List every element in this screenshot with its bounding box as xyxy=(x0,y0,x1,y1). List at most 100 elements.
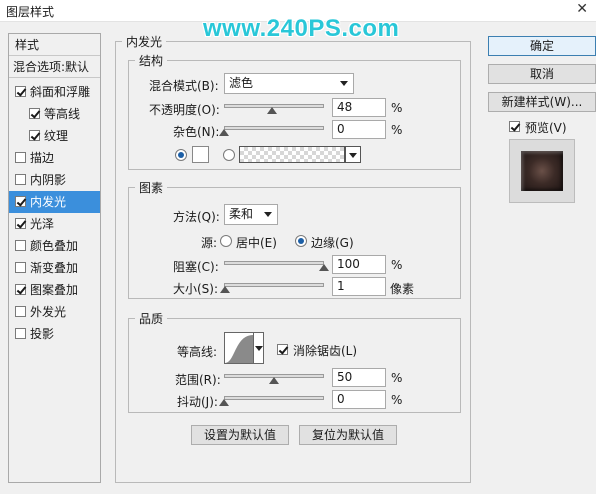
elements-title: 图素 xyxy=(135,179,168,196)
sidebar-item-checkbox[interactable] xyxy=(15,306,26,317)
sidebar-item-checkbox[interactable] xyxy=(15,218,26,229)
panel-title: 内发光 xyxy=(122,33,167,50)
sidebar-item-label: 颜色叠加 xyxy=(30,239,79,253)
sidebar-item-label: 投影 xyxy=(30,327,55,341)
solid-color-radio[interactable] xyxy=(175,149,187,161)
sidebar-item[interactable]: 渐变叠加 xyxy=(9,257,100,279)
jitter-slider-thumb[interactable] xyxy=(219,399,229,406)
opacity-input[interactable]: 48 xyxy=(332,98,386,117)
styles-header[interactable]: 样式 xyxy=(9,34,100,56)
source-edge-label: 边缘(G) xyxy=(311,236,354,250)
opacity-percent: % xyxy=(391,101,403,115)
chevron-down-icon xyxy=(349,153,357,158)
choke-input[interactable]: 100 xyxy=(332,255,386,274)
opacity-slider-thumb[interactable] xyxy=(267,107,277,114)
blend-options-item[interactable]: 混合选项:默认 xyxy=(9,56,100,78)
choke-slider[interactable] xyxy=(224,261,324,265)
sidebar-item[interactable]: 颜色叠加 xyxy=(9,235,100,257)
preview-label: 预览(V) xyxy=(525,121,567,135)
sidebar-item[interactable]: 纹理 xyxy=(9,125,100,147)
sidebar-item-label: 光泽 xyxy=(30,217,55,231)
sidebar-item-checkbox[interactable] xyxy=(29,108,40,119)
ok-button[interactable]: 确定 xyxy=(488,36,596,56)
sidebar-item-checkbox[interactable] xyxy=(15,328,26,339)
chevron-down-icon xyxy=(255,346,263,351)
range-slider-thumb[interactable] xyxy=(269,377,279,384)
sidebar-item[interactable]: 斜面和浮雕 xyxy=(9,81,100,103)
choke-slider-thumb[interactable] xyxy=(319,264,329,271)
noise-percent: % xyxy=(391,123,403,137)
chevron-down-icon xyxy=(340,81,348,86)
sidebar-item-checkbox[interactable] xyxy=(15,262,26,273)
method-value: 柔和 xyxy=(229,207,254,221)
source-center-radio[interactable] xyxy=(220,235,232,247)
sidebar-item[interactable]: 投影 xyxy=(9,323,100,345)
sidebar-item-label: 渐变叠加 xyxy=(30,261,79,275)
sidebar-item-checkbox[interactable] xyxy=(15,284,26,295)
gradient-swatch[interactable] xyxy=(239,146,345,163)
reset-default-button[interactable]: 复位为默认值 xyxy=(299,425,397,445)
jitter-slider[interactable] xyxy=(224,396,324,400)
method-select[interactable]: 柔和 xyxy=(224,204,278,225)
glow-color-swatch[interactable] xyxy=(192,146,209,163)
sidebar-item[interactable]: 内发光 xyxy=(9,191,100,213)
source-edge-radio[interactable] xyxy=(295,235,307,247)
jitter-percent: % xyxy=(391,393,403,407)
method-label: 方法(Q): xyxy=(173,210,220,224)
style-list: 样式 混合选项:默认 斜面和浮雕等高线纹理描边内阴影内发光光泽颜色叠加渐变叠加图… xyxy=(8,33,101,483)
sidebar-item-label: 等高线 xyxy=(44,107,81,121)
sidebar-item[interactable]: 外发光 xyxy=(9,301,100,323)
watermark-text: www.240PS.com xyxy=(203,15,400,42)
sidebar-item-label: 图案叠加 xyxy=(30,283,79,297)
contour-curve-icon xyxy=(225,335,253,363)
antialias-checkbox[interactable] xyxy=(277,344,288,355)
sidebar-item[interactable]: 图案叠加 xyxy=(9,279,100,301)
choke-label: 阻塞(C): xyxy=(173,260,219,274)
jitter-label: 抖动(J): xyxy=(177,395,218,409)
gradient-dropdown[interactable] xyxy=(345,146,361,163)
size-input[interactable]: 1 xyxy=(332,277,386,296)
gradient-radio[interactable] xyxy=(223,149,235,161)
jitter-input[interactable]: 0 xyxy=(332,390,386,409)
noise-label: 杂色(N): xyxy=(173,125,220,139)
blend-mode-label: 混合模式(B): xyxy=(149,79,219,93)
blend-mode-select[interactable]: 滤色 xyxy=(224,73,354,94)
contour-dropdown[interactable] xyxy=(254,332,264,364)
sidebar-item[interactable]: 描边 xyxy=(9,147,100,169)
structure-title: 结构 xyxy=(135,52,168,69)
sidebar-item-checkbox[interactable] xyxy=(15,240,26,251)
sidebar-item[interactable]: 内阴影 xyxy=(9,169,100,191)
size-label: 大小(S): xyxy=(173,282,219,296)
sidebar-item-checkbox[interactable] xyxy=(15,196,26,207)
cancel-button[interactable]: 取消 xyxy=(488,64,596,84)
range-input[interactable]: 50 xyxy=(332,368,386,387)
sidebar-item-checkbox[interactable] xyxy=(15,152,26,163)
range-label: 范围(R): xyxy=(175,373,221,387)
sidebar-item-label: 内阴影 xyxy=(30,173,67,187)
choke-percent: % xyxy=(391,258,403,272)
style-preview xyxy=(509,139,575,203)
sidebar-item-checkbox[interactable] xyxy=(15,174,26,185)
window-title: 图层样式 xyxy=(6,5,55,19)
size-slider[interactable] xyxy=(224,283,324,287)
new-style-button[interactable]: 新建样式(W)... xyxy=(488,92,596,112)
preview-checkbox[interactable] xyxy=(509,121,520,132)
sidebar-item[interactable]: 等高线 xyxy=(9,103,100,125)
source-label: 源: xyxy=(201,236,218,250)
set-default-button[interactable]: 设置为默认值 xyxy=(191,425,289,445)
sidebar-item-label: 内发光 xyxy=(30,195,67,209)
noise-slider[interactable] xyxy=(224,126,324,130)
sidebar-item-checkbox[interactable] xyxy=(15,86,26,97)
close-icon[interactable]: ✕ xyxy=(576,1,588,17)
noise-slider-thumb[interactable] xyxy=(219,129,229,136)
chevron-down-icon xyxy=(264,212,272,217)
sidebar-item-checkbox[interactable] xyxy=(29,130,40,141)
contour-preview[interactable] xyxy=(224,332,254,364)
sidebar-item[interactable]: 光泽 xyxy=(9,213,100,235)
noise-input[interactable]: 0 xyxy=(332,120,386,139)
contour-label: 等高线: xyxy=(177,345,218,359)
preview-swatch xyxy=(521,151,563,191)
size-slider-thumb[interactable] xyxy=(220,286,230,293)
sidebar-item-label: 外发光 xyxy=(30,305,67,319)
sidebar-item-label: 纹理 xyxy=(44,129,69,143)
